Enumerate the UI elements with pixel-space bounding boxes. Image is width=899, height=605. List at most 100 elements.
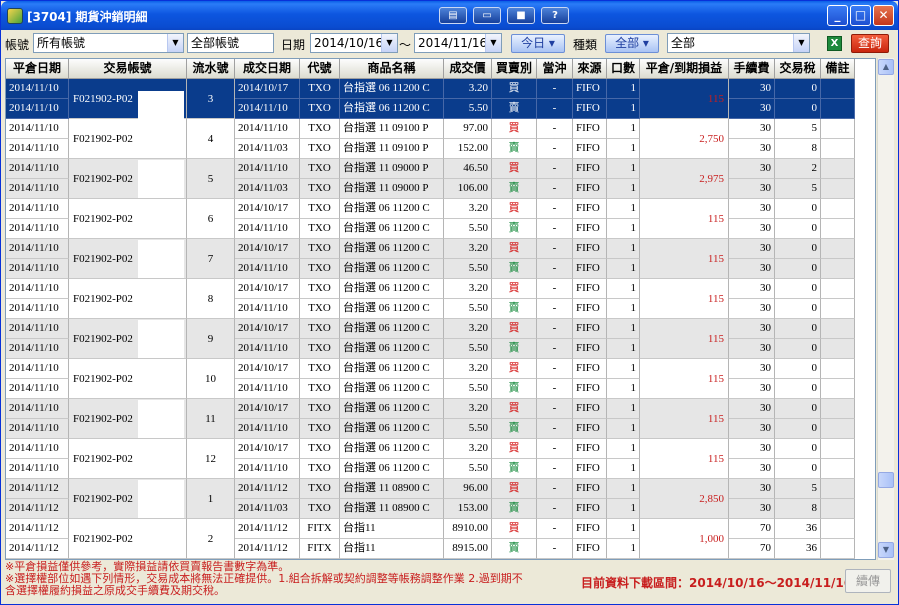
cell-product: 台指選 11 09000 P bbox=[340, 179, 444, 199]
minimize-button[interactable]: _ bbox=[827, 5, 848, 26]
pnl-value: 1,000 bbox=[699, 532, 724, 545]
account-value: F021902-P02 bbox=[73, 172, 133, 185]
cell-remark bbox=[821, 499, 855, 519]
vertical-scrollbar[interactable]: ▲ ▼ bbox=[877, 58, 894, 560]
title-bar[interactable]: [3704] 期貨沖銷明細 ▤ ▭ ■ ? _ □ ✕ bbox=[1, 1, 898, 30]
help-icon[interactable]: ? bbox=[541, 7, 569, 24]
serial-value: 5 bbox=[207, 172, 214, 185]
cell-close-date: 2014/11/10 bbox=[6, 159, 69, 179]
resend-button[interactable]: 續傳 bbox=[845, 569, 891, 593]
cell-code: FITX bbox=[300, 519, 340, 539]
account-select[interactable]: 所有帳號 ▼ bbox=[33, 33, 184, 53]
window-icon[interactable]: ▭ bbox=[473, 7, 501, 24]
column-header[interactable]: 平倉日期 bbox=[6, 59, 69, 79]
cell-serial: 7 bbox=[187, 239, 235, 279]
close-button[interactable]: ✕ bbox=[873, 5, 894, 26]
cell-product: 台指選 06 11200 C bbox=[340, 419, 444, 439]
cell-code: TXO bbox=[300, 319, 340, 339]
cell-day-trade: - bbox=[537, 99, 573, 119]
cell-day-trade: - bbox=[537, 219, 573, 239]
cell-product: 台指選 06 11200 C bbox=[340, 319, 444, 339]
excel-export-icon[interactable]: X bbox=[827, 36, 842, 51]
cell-day-trade: - bbox=[537, 279, 573, 299]
column-header[interactable]: 成交日期 bbox=[235, 59, 300, 79]
camera-icon[interactable]: ■ bbox=[507, 7, 535, 24]
cell-remark bbox=[821, 79, 855, 99]
cell-source: FIFO bbox=[573, 479, 607, 499]
column-header[interactable]: 代號 bbox=[300, 59, 340, 79]
cell-fee: 30 bbox=[729, 339, 775, 359]
cell-side: 賣 bbox=[492, 419, 537, 439]
cell-tax: 0 bbox=[775, 339, 821, 359]
cell-serial: 2 bbox=[187, 519, 235, 559]
redaction-mask bbox=[138, 320, 184, 358]
cell-trade-date: 2014/11/10 bbox=[235, 159, 300, 179]
layout-icon[interactable]: ▤ bbox=[439, 7, 467, 24]
column-header[interactable]: 交易帳號 bbox=[69, 59, 187, 79]
query-button[interactable]: 查詢 bbox=[851, 34, 889, 53]
cell-day-trade: - bbox=[537, 419, 573, 439]
column-header[interactable]: 買賣別 bbox=[492, 59, 537, 79]
column-header[interactable]: 平倉/到期損益 bbox=[640, 59, 729, 79]
cell-source: FIFO bbox=[573, 459, 607, 479]
chevron-down-icon[interactable]: ▼ bbox=[167, 34, 183, 52]
cell-day-trade: - bbox=[537, 179, 573, 199]
column-header[interactable]: 口數 bbox=[607, 59, 640, 79]
download-range-label: 目前資料下載區間：2014/10/16～2014/11/16 bbox=[581, 576, 853, 590]
cell-day-trade: - bbox=[537, 399, 573, 419]
type-label: 種類 bbox=[573, 38, 598, 52]
cell-product: 台指選 11 09100 P bbox=[340, 139, 444, 159]
account-value: F021902-P02 bbox=[73, 292, 133, 305]
cell-product: 台指選 06 11200 C bbox=[340, 219, 444, 239]
account-value: F021902-P02 bbox=[73, 452, 133, 465]
cell-tax: 0 bbox=[775, 319, 821, 339]
column-header[interactable]: 流水號 bbox=[187, 59, 235, 79]
cell-fee: 30 bbox=[729, 79, 775, 99]
column-header[interactable]: 當沖 bbox=[537, 59, 573, 79]
column-header[interactable]: 交易稅 bbox=[775, 59, 821, 79]
maximize-button[interactable]: □ bbox=[850, 5, 871, 26]
cell-remark bbox=[821, 279, 855, 299]
column-header[interactable]: 商品名稱 bbox=[340, 59, 444, 79]
column-header[interactable]: 來源 bbox=[573, 59, 607, 79]
column-header[interactable]: 手續費 bbox=[729, 59, 775, 79]
chevron-down-icon[interactable]: ▼ bbox=[793, 34, 809, 52]
cell-source: FIFO bbox=[573, 179, 607, 199]
cell-side: 賣 bbox=[492, 259, 537, 279]
account-text-field[interactable]: 全部帳號 bbox=[187, 33, 274, 53]
cell-price: 3.20 bbox=[444, 359, 492, 379]
scroll-down-icon[interactable]: ▼ bbox=[878, 542, 894, 558]
scroll-thumb[interactable] bbox=[878, 472, 894, 488]
trade-table[interactable]: 平倉日期 交易帳號 流水號 成交日期 代號 商品名稱 成交價 買賣別 當沖 來源 口數 平倉/到期損益… bbox=[5, 58, 876, 560]
type-select[interactable]: 全部 ▼ bbox=[667, 33, 810, 53]
redaction-mask bbox=[138, 280, 184, 318]
cell-code: TXO bbox=[300, 479, 340, 499]
cell-price: 5.50 bbox=[444, 459, 492, 479]
chevron-down-icon[interactable]: ▼ bbox=[485, 34, 501, 52]
pnl-value: 2,850 bbox=[699, 492, 724, 505]
cell-product: 台指選 06 11200 C bbox=[340, 199, 444, 219]
column-header[interactable]: 備註 bbox=[821, 59, 855, 79]
cell-remark bbox=[821, 179, 855, 199]
cell-remark bbox=[821, 239, 855, 259]
date-to-picker[interactable]: 2014/11/16 ▼ bbox=[414, 33, 502, 53]
cell-remark bbox=[821, 159, 855, 179]
cell-tax: 36 bbox=[775, 539, 821, 559]
cell-qty: 1 bbox=[607, 439, 640, 459]
chevron-down-icon[interactable]: ▼ bbox=[381, 34, 397, 52]
cell-trade-date: 2014/10/17 bbox=[235, 239, 300, 259]
pnl-value: 115 bbox=[707, 452, 724, 465]
cell-price: 3.20 bbox=[444, 199, 492, 219]
pnl-value: 2,975 bbox=[699, 172, 724, 185]
cell-source: FIFO bbox=[573, 139, 607, 159]
date-label: 日期 bbox=[281, 38, 306, 52]
today-button[interactable]: 今日 ▾ bbox=[511, 34, 565, 53]
type-button[interactable]: 全部 ▾ bbox=[605, 34, 659, 53]
date-from-picker[interactable]: 2014/10/16 ▼ bbox=[310, 33, 398, 53]
cell-price: 8915.00 bbox=[444, 539, 492, 559]
scroll-up-icon[interactable]: ▲ bbox=[878, 59, 894, 75]
cell-price: 96.00 bbox=[444, 479, 492, 499]
cell-remark bbox=[821, 379, 855, 399]
cell-qty: 1 bbox=[607, 519, 640, 539]
column-header[interactable]: 成交價 bbox=[444, 59, 492, 79]
